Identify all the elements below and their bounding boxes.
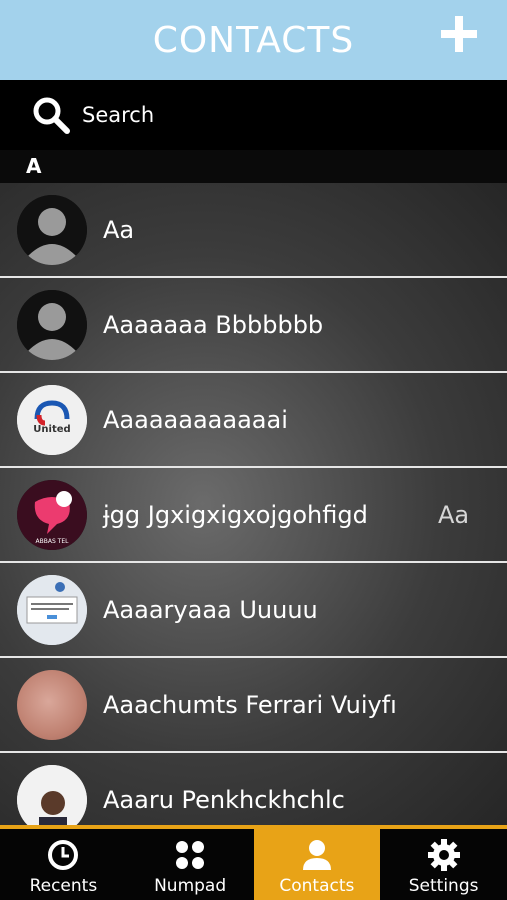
plus-icon[interactable] [439,14,479,54]
person-icon [302,840,331,870]
dots-grid-icon [176,841,205,869]
tab-contacts[interactable]: Contacts [253,829,381,900]
abbas-tel-text: ABBAS TEL [36,538,70,545]
tab-numpad[interactable]: Numpad [127,829,254,900]
contacts-list[interactable]: Aa Aaaaaaa Bbbbbbb United Aaaaaaaaaaaai … [0,183,507,825]
contact-name: Aa [103,215,135,244]
gear-icon [427,839,460,871]
contact-row[interactable]: Aaaru Penkhckhchlc [0,753,507,825]
default-avatar [17,289,87,360]
bottom-tab-bar: Recents Numpad Contacts Settings [0,829,507,900]
contact-row[interactable]: Aa [0,183,507,278]
tab-recents[interactable]: Recents [0,829,127,900]
abbas-tel-avatar: ABBAS TEL [17,479,87,550]
screenshot-avatar [17,574,87,645]
default-avatar [17,194,87,265]
contact-name: Aaaaaaaaaaaai [103,405,288,434]
contact-row[interactable]: Aaaaaaa Bbbbbbb [0,278,507,373]
contact-name: Aaaru Penkhckhchlc [103,785,345,814]
contact-name: Aaaaaaa Bbbbbbb [103,310,324,339]
tab-settings[interactable]: Settings [380,829,507,900]
clock-icon [48,840,79,870]
search-bar[interactable] [0,80,507,150]
tab-label: Recents [29,876,98,896]
united-logo-text: United [33,424,70,435]
app-header: CONTACTS [0,0,507,80]
contact-name: ɉgg Jgxigxigxojgohfigd [103,500,368,529]
contact-row[interactable]: United Aaaaaaaaaaaai [0,373,507,468]
contact-row[interactable]: Aaaaryaaa Uuuuu [0,563,507,658]
united-logo-avatar: United [17,384,87,455]
contact-row[interactable]: ABBAS TEL ɉgg Jgxigxigxojgohfigd Aa [0,468,507,563]
person-photo-avatar [17,764,87,825]
tab-label: Numpad [154,876,227,896]
photo-avatar [17,669,87,740]
contact-name: Aaaaryaaa Uuuuu [103,595,318,624]
page-title: CONTACTS [152,19,355,61]
tab-label: Settings [408,876,479,896]
contact-extra-text: Aa [438,500,470,529]
search-input[interactable] [80,102,464,128]
contact-row[interactable]: Aaachumts Ferrari Vuiyfı [0,658,507,753]
search-icon [33,97,70,134]
tab-label: Contacts [279,876,355,896]
contact-name: Aaachumts Ferrari Vuiyfı [103,690,397,719]
section-header-a: A [0,150,507,183]
